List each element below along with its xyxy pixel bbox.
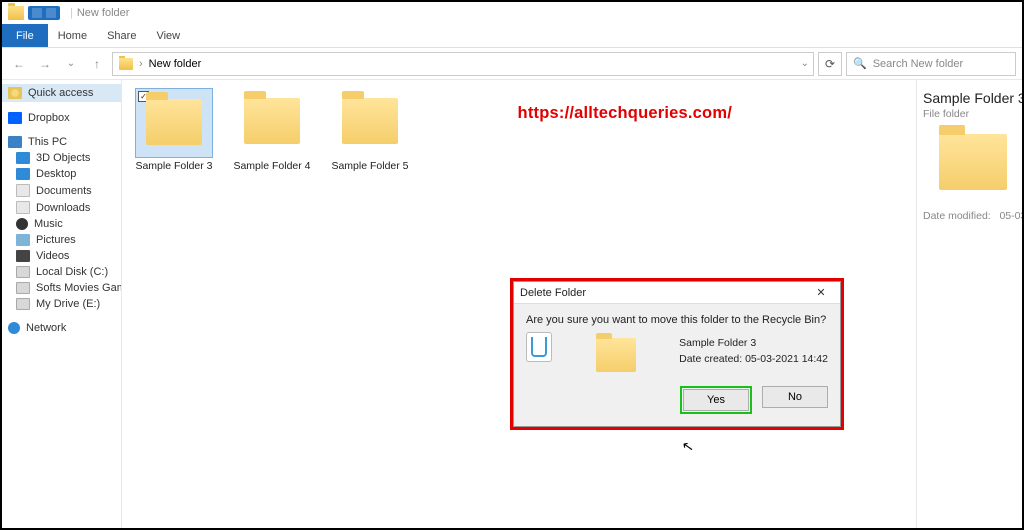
folder-icon (939, 134, 1007, 190)
ribbon: File Home Share View (2, 24, 1022, 48)
sidebar-softs-drive[interactable]: Softs Movies Games (2, 280, 121, 296)
recycle-bin-icon (526, 332, 552, 362)
watermark-url: https://alltechqueries.com/ (518, 104, 732, 123)
delete-folder-dialog: Delete Folder ✕ Are you sure you want to… (513, 281, 841, 427)
sidebar-network[interactable]: Network (2, 320, 121, 336)
nav-history-button[interactable]: ⌄ (60, 53, 82, 75)
details-pane: Sample Folder 3 File folder Date modifie… (916, 80, 1022, 528)
details-modified-label: Date modified: (923, 210, 991, 222)
ribbon-tab-share[interactable]: Share (97, 24, 146, 47)
dialog-question: Are you sure you want to move this folde… (526, 314, 828, 326)
disk-icon (16, 282, 30, 294)
nav-pane: Quick access Dropbox This PC 3D Objects … (2, 80, 122, 528)
music-icon (16, 218, 28, 230)
folder-icon (244, 98, 300, 144)
breadcrumb-current[interactable]: New folder (149, 58, 202, 70)
nav-up-button[interactable]: ↑ (86, 53, 108, 75)
details-type: File folder (923, 108, 1016, 120)
document-icon (16, 184, 30, 197)
star-icon (8, 87, 22, 99)
sidebar-local-disk-c[interactable]: Local Disk (C:) (2, 264, 121, 280)
folder-item[interactable]: Sample Folder 5 (328, 88, 412, 172)
folder-icon (119, 58, 133, 70)
pictures-icon (16, 234, 30, 246)
window-title: New folder (77, 7, 130, 19)
ribbon-tab-view[interactable]: View (146, 24, 190, 47)
sidebar-my-drive-e[interactable]: My Drive (E:) (2, 296, 121, 312)
cursor-icon: ↖ (681, 437, 696, 456)
dropbox-icon (8, 112, 22, 124)
sidebar-quick-access-label: Quick access (28, 87, 93, 99)
videos-icon (16, 250, 30, 262)
folder-label: Sample Folder 3 (132, 160, 216, 172)
sidebar-downloads[interactable]: Downloads (2, 199, 121, 216)
details-modified-value: 05-03-20 (999, 210, 1022, 222)
nav-back-button[interactable]: ← (8, 53, 30, 75)
annotation-highlight-yes: Yes (680, 386, 752, 414)
disk-icon (16, 266, 30, 278)
sidebar-videos[interactable]: Videos (2, 248, 121, 264)
folder-icon (146, 99, 202, 145)
items-view[interactable]: https://alltechqueries.com/ ✓ Sample Fol… (122, 80, 916, 528)
dialog-yes-button[interactable]: Yes (683, 389, 749, 411)
address-bar[interactable]: › New folder ⌄ (112, 52, 814, 76)
quick-access-toolbar[interactable] (28, 6, 60, 20)
sidebar-dropbox[interactable]: Dropbox (2, 110, 121, 126)
folder-icon (596, 338, 636, 372)
dialog-close-button[interactable]: ✕ (808, 286, 834, 299)
breadcrumb-chevron-icon: › (139, 58, 143, 70)
sidebar-desktop[interactable]: Desktop (2, 166, 121, 182)
cube-icon (16, 152, 30, 164)
search-placeholder: Search New folder (873, 58, 964, 70)
details-title: Sample Folder 3 (923, 90, 1016, 106)
sidebar-3d-objects[interactable]: 3D Objects (2, 150, 121, 166)
folder-item[interactable]: Sample Folder 4 (230, 88, 314, 172)
dialog-title: Delete Folder (520, 287, 586, 299)
dialog-no-button[interactable]: No (762, 386, 828, 408)
pc-icon (8, 136, 22, 148)
sidebar-music[interactable]: Music (2, 216, 121, 232)
dialog-item-name: Sample Folder 3 (679, 336, 828, 352)
folder-icon (342, 98, 398, 144)
sidebar-documents[interactable]: Documents (2, 182, 121, 199)
refresh-button[interactable]: ⟳ (818, 52, 842, 76)
search-icon: 🔍 (853, 57, 867, 70)
annotation-highlight: Delete Folder ✕ Are you sure you want to… (510, 278, 844, 430)
sidebar-quick-access[interactable]: Quick access (2, 84, 121, 102)
dialog-date-created: Date created: 05-03-2021 14:42 (679, 352, 828, 368)
folder-label: Sample Folder 4 (230, 160, 314, 172)
folder-label: Sample Folder 5 (328, 160, 412, 172)
ribbon-file-tab[interactable]: File (2, 24, 48, 47)
sidebar-this-pc[interactable]: This PC (2, 134, 121, 150)
ribbon-tab-home[interactable]: Home (48, 24, 97, 47)
search-box[interactable]: 🔍 Search New folder (846, 52, 1016, 76)
app-icon (8, 6, 24, 20)
download-icon (16, 201, 30, 214)
network-icon (8, 322, 20, 334)
desktop-icon (16, 168, 30, 180)
address-row: ← → ⌄ ↑ › New folder ⌄ ⟳ 🔍 Search New fo… (2, 48, 1022, 80)
disk-icon (16, 298, 30, 310)
titlebar-sep: | (70, 7, 73, 19)
address-dropdown-icon[interactable]: ⌄ (801, 58, 809, 69)
sidebar-pictures[interactable]: Pictures (2, 232, 121, 248)
window-titlebar: | New folder (2, 2, 1022, 24)
nav-forward-button[interactable]: → (34, 53, 56, 75)
folder-item[interactable]: ✓ Sample Folder 3 (132, 88, 216, 172)
